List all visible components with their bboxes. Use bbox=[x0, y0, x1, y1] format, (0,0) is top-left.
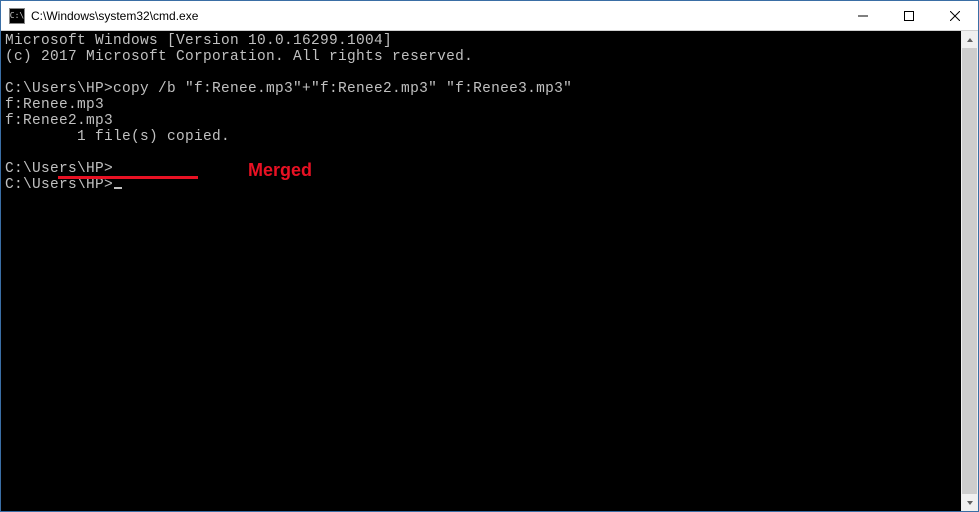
close-button[interactable] bbox=[932, 1, 978, 30]
window-title: C:\Windows\system32\cmd.exe bbox=[31, 9, 840, 23]
scroll-track[interactable] bbox=[961, 48, 978, 494]
vertical-scrollbar[interactable] bbox=[961, 31, 978, 511]
output-line: (c) 2017 Microsoft Corporation. All righ… bbox=[5, 49, 473, 65]
output-line: Microsoft Windows [Version 10.0.16299.10… bbox=[5, 33, 392, 49]
scroll-up-button[interactable] bbox=[961, 31, 978, 48]
annotation-label: Merged bbox=[248, 160, 312, 181]
scroll-thumb[interactable] bbox=[962, 48, 977, 494]
cmd-icon: C:\ bbox=[9, 8, 25, 24]
minimize-button[interactable] bbox=[840, 1, 886, 30]
terminal-output[interactable]: Microsoft Windows [Version 10.0.16299.10… bbox=[1, 31, 961, 511]
terminal-area: Microsoft Windows [Version 10.0.16299.10… bbox=[1, 31, 978, 511]
prompt-line: C:\Users\HP> bbox=[5, 177, 113, 193]
output-line: C:\Users\HP>copy /b "f:Renee.mp3"+"f:Ren… bbox=[5, 81, 572, 97]
annotation-underline bbox=[58, 176, 198, 179]
titlebar[interactable]: C:\ C:\Windows\system32\cmd.exe bbox=[1, 1, 978, 31]
output-line: 1 file(s) copied. bbox=[5, 129, 230, 145]
scroll-down-button[interactable] bbox=[961, 494, 978, 511]
cursor bbox=[114, 187, 122, 189]
window-controls bbox=[840, 1, 978, 30]
output-line: f:Renee2.mp3 bbox=[5, 113, 113, 129]
output-line: f:Renee.mp3 bbox=[5, 97, 104, 113]
prompt-line: C:\Users\HP> bbox=[5, 161, 113, 177]
maximize-button[interactable] bbox=[886, 1, 932, 30]
